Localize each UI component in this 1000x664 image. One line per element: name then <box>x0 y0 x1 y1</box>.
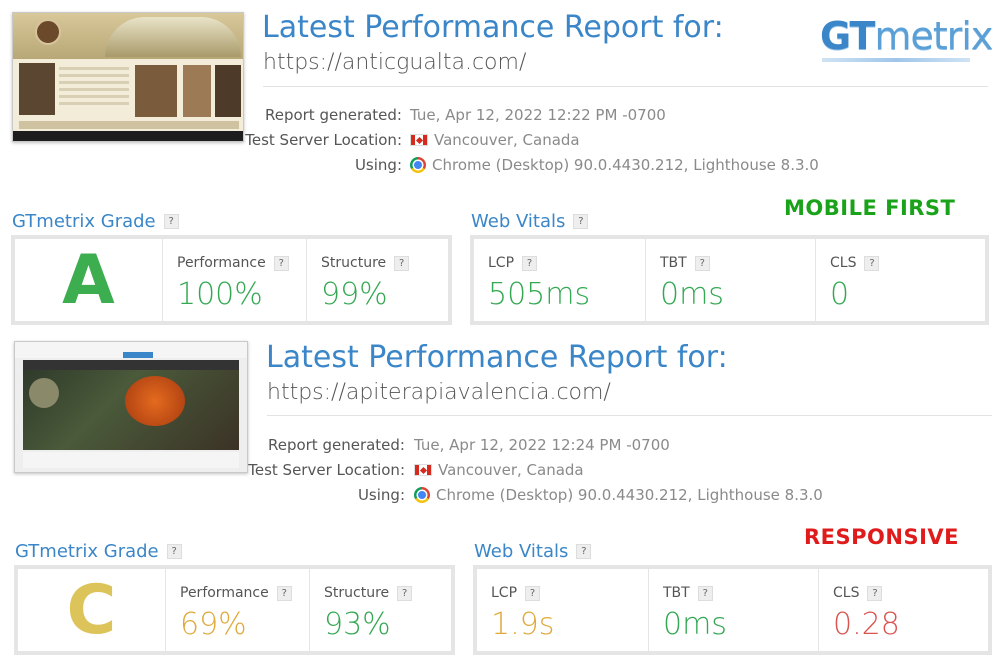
grade-panel: C Performance? 69% Structure? 93% <box>14 565 455 655</box>
web-vitals-heading: Web Vitals ? <box>474 541 592 562</box>
report-title: Latest Performance Report for: <box>262 10 724 45</box>
server-location-text: Vancouver, Canada <box>434 131 580 149</box>
report-generated-value: Tue, Apr 12, 2022 12:22 PM -0700 <box>410 106 666 124</box>
lcp-cell: LCP? 1.9s <box>477 569 649 651</box>
header-divider <box>267 415 992 416</box>
cls-value: 0 <box>830 277 850 312</box>
canada-flag-icon <box>414 464 432 476</box>
server-location-value: Vancouver, Canada <box>410 131 580 149</box>
help-icon[interactable]: ? <box>522 255 538 271</box>
gtmetrix-grade-heading-text: GTmetrix Grade <box>15 541 159 562</box>
server-location-label: Test Server Location: <box>245 131 402 149</box>
web-vitals-heading: Web Vitals ? <box>471 211 589 232</box>
tbt-cell: TBT? 0ms <box>649 569 819 651</box>
performance-label: Performance <box>177 255 266 271</box>
help-icon[interactable]: ? <box>273 255 289 271</box>
canada-flag-icon <box>410 134 428 146</box>
cls-label: CLS <box>833 585 860 601</box>
gtmetrix-grade-heading: GTmetrix Grade ? <box>15 541 182 562</box>
responsive-banner: RESPONSIVE <box>804 525 959 549</box>
cls-label: CLS <box>830 255 857 271</box>
report-generated-value: Tue, Apr 12, 2022 12:24 PM -0700 <box>414 436 670 454</box>
server-location-text: Vancouver, Canada <box>438 461 584 479</box>
help-icon[interactable]: ? <box>867 585 883 601</box>
help-icon[interactable]: ? <box>166 544 182 559</box>
help-icon[interactable]: ? <box>394 255 410 271</box>
lcp-value: 505ms <box>488 277 591 312</box>
report-title: Latest Performance Report for: <box>266 340 728 375</box>
lcp-cell: LCP? 505ms <box>474 239 646 321</box>
help-icon[interactable]: ? <box>694 255 710 271</box>
web-vitals-panel: LCP? 1.9s TBT? 0ms CLS? 0.28 <box>473 565 992 655</box>
web-vitals-heading-text: Web Vitals <box>474 541 569 562</box>
help-icon[interactable]: ? <box>576 544 592 559</box>
report-generated-text: Tue, Apr 12, 2022 12:22 PM -0700 <box>410 106 666 124</box>
grade-cell: C <box>18 569 166 651</box>
gtmetrix-logo: GTmetrix <box>820 14 993 58</box>
using-text: Chrome (Desktop) 90.0.4430.212, Lighthou… <box>432 156 819 174</box>
performance-label: Performance <box>180 585 269 601</box>
logo-underline <box>822 58 970 62</box>
tbt-value: 0ms <box>660 277 724 312</box>
grade-letter: A <box>15 239 162 321</box>
site-thumbnail[interactable] <box>12 12 244 142</box>
structure-label: Structure <box>321 255 387 271</box>
help-icon[interactable]: ? <box>864 255 880 271</box>
structure-cell: Structure? 93% <box>310 569 451 651</box>
tbt-value: 0ms <box>663 607 727 642</box>
cls-cell: CLS? 0.28 <box>819 569 988 651</box>
performance-cell: Performance? 100% <box>163 239 307 321</box>
using-label: Using: <box>357 486 405 504</box>
logo-gt: GT <box>820 14 875 58</box>
site-thumbnail[interactable] <box>14 341 248 473</box>
using-label: Using: <box>354 156 402 174</box>
lcp-label: LCP <box>491 585 518 601</box>
web-vitals-heading-text: Web Vitals <box>471 211 566 232</box>
help-icon[interactable]: ? <box>573 214 589 229</box>
gtmetrix-grade-heading-text: GTmetrix Grade <box>12 211 156 232</box>
performance-value: 69% <box>180 607 247 642</box>
cls-value: 0.28 <box>833 607 900 642</box>
performance-cell: Performance? 69% <box>166 569 310 651</box>
using-value: Chrome (Desktop) 90.0.4430.212, Lighthou… <box>414 486 823 504</box>
performance-value: 100% <box>177 277 263 312</box>
grade-letter: C <box>66 570 117 650</box>
structure-value: 93% <box>324 607 391 642</box>
tbt-cell: TBT? 0ms <box>646 239 816 321</box>
mobile-first-banner: MOBILE FIRST <box>784 196 956 220</box>
help-icon[interactable]: ? <box>697 585 713 601</box>
report-generated-text: Tue, Apr 12, 2022 12:24 PM -0700 <box>414 436 670 454</box>
chrome-icon <box>410 157 426 173</box>
report-url[interactable]: https://anticgualta.com/ <box>263 50 526 75</box>
tbt-label: TBT <box>663 585 690 601</box>
gtmetrix-grade-heading: GTmetrix Grade ? <box>12 211 179 232</box>
grade-panel: A Performance? 100% Structure? 99% <box>11 235 452 325</box>
structure-label: Structure <box>324 585 390 601</box>
lcp-label: LCP <box>488 255 515 271</box>
help-icon[interactable]: ? <box>276 585 292 601</box>
server-location-label: Test Server Location: <box>248 461 405 479</box>
tbt-label: TBT <box>660 255 687 271</box>
structure-value: 99% <box>321 277 388 312</box>
report-generated-label: Report generated: <box>267 436 405 454</box>
help-icon[interactable]: ? <box>525 585 541 601</box>
logo-metrix: metrix <box>874 14 993 58</box>
web-vitals-panel: LCP? 505ms TBT? 0ms CLS? 0 <box>470 235 989 325</box>
help-icon[interactable]: ? <box>397 585 413 601</box>
report-generated-label: Report generated: <box>264 106 402 124</box>
lcp-value: 1.9s <box>491 607 555 642</box>
using-text: Chrome (Desktop) 90.0.4430.212, Lighthou… <box>436 486 823 504</box>
help-icon[interactable]: ? <box>163 214 179 229</box>
cls-cell: CLS? 0 <box>816 239 985 321</box>
header-divider <box>263 86 988 87</box>
report-url[interactable]: https://apiterapiavalencia.com/ <box>267 380 611 405</box>
grade-cell: A <box>15 239 163 321</box>
structure-cell: Structure? 99% <box>307 239 448 321</box>
server-location-value: Vancouver, Canada <box>414 461 584 479</box>
using-value: Chrome (Desktop) 90.0.4430.212, Lighthou… <box>410 156 819 174</box>
chrome-icon <box>414 487 430 503</box>
